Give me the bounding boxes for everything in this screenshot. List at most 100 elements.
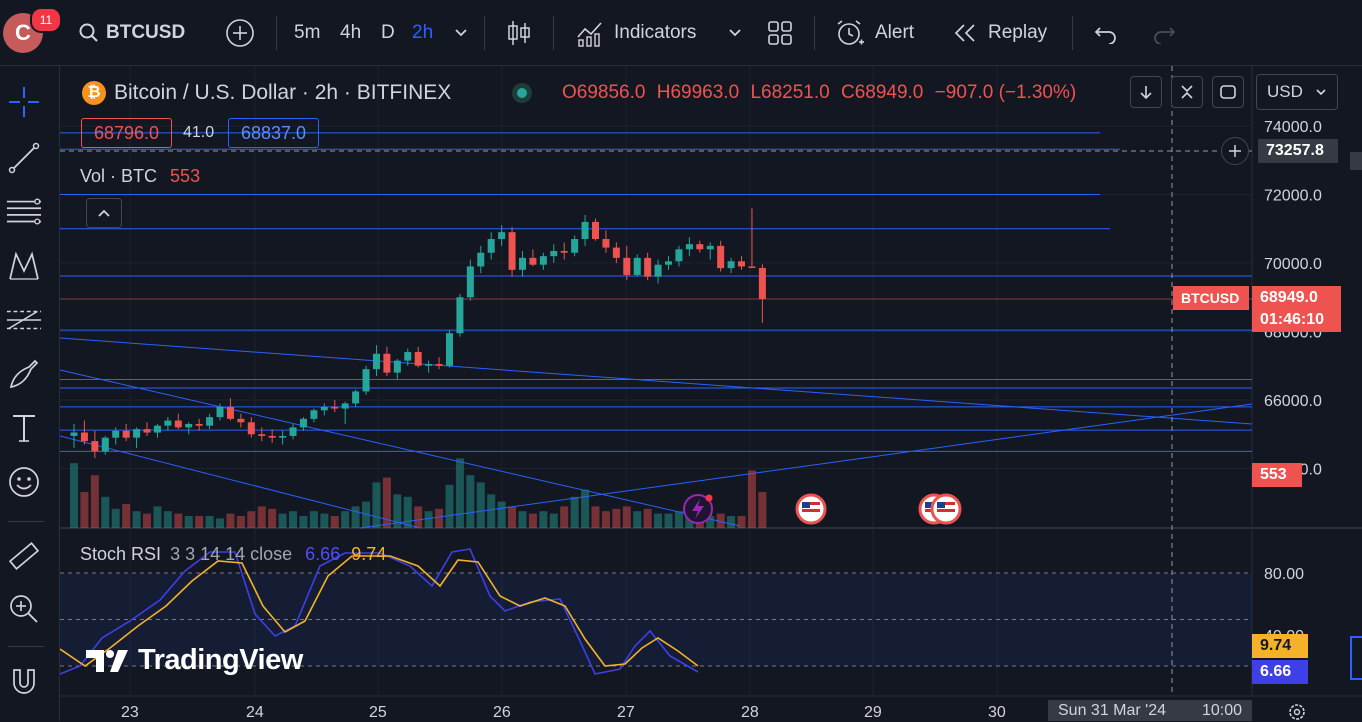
candle-body bbox=[70, 432, 78, 436]
right-panel-edge[interactable] bbox=[1350, 152, 1362, 170]
search-icon bbox=[79, 23, 98, 42]
candle-body bbox=[487, 239, 495, 253]
candle-body bbox=[529, 257, 537, 265]
right-panel-edge-lower[interactable] bbox=[1350, 636, 1362, 680]
chart-type-button[interactable] bbox=[506, 0, 532, 66]
interval-2h[interactable]: 2h bbox=[412, 0, 433, 66]
candle-body bbox=[633, 257, 641, 275]
time-axis-label: 25 bbox=[369, 704, 387, 721]
volume-bar bbox=[601, 511, 610, 528]
toolbar-divider bbox=[276, 16, 277, 50]
interval-2h-label: 2h bbox=[412, 22, 434, 43]
text-tool[interactable] bbox=[6, 410, 42, 446]
chevron-down-icon bbox=[729, 29, 741, 37]
layout-button[interactable] bbox=[766, 0, 794, 66]
indicators-dropdown[interactable] bbox=[728, 0, 742, 66]
fib-tool[interactable] bbox=[6, 194, 42, 230]
crosshair-icon bbox=[9, 87, 39, 117]
measure-tool[interactable] bbox=[6, 538, 42, 574]
candle-body bbox=[279, 435, 287, 438]
price-axis-label: 74000.0 bbox=[1264, 119, 1322, 136]
event-marker-flash bbox=[683, 494, 713, 524]
volume-bar bbox=[414, 506, 423, 528]
interval-d[interactable]: D bbox=[381, 0, 395, 66]
market-status-dot-inner bbox=[517, 88, 527, 98]
stoch-rsi-legend[interactable]: Stoch RSI 3 3 14 14 close 6.66 9.74 bbox=[80, 544, 386, 565]
chevron-down-icon bbox=[1316, 89, 1326, 96]
candle-body bbox=[310, 410, 318, 419]
chart-settings-button[interactable] bbox=[1284, 702, 1310, 722]
candle-body bbox=[550, 251, 558, 257]
collapse-legend-button[interactable] bbox=[86, 198, 122, 228]
candle-body bbox=[91, 441, 99, 452]
drawing-toolbar bbox=[0, 66, 60, 721]
volume-bar bbox=[205, 516, 214, 528]
tradingview-watermark[interactable]: TradingView bbox=[84, 644, 303, 677]
candle-body bbox=[477, 252, 485, 267]
brush-tool[interactable] bbox=[6, 356, 42, 392]
collapse-pane-button[interactable] bbox=[1171, 76, 1203, 108]
volume-bar bbox=[132, 511, 141, 528]
currency-select[interactable]: USD bbox=[1256, 74, 1338, 110]
maximize-icon bbox=[1220, 85, 1236, 99]
add-alert-plus-button[interactable] bbox=[1221, 137, 1249, 165]
toolbar-divider bbox=[553, 16, 554, 50]
buy-price-button[interactable]: 68837.0 bbox=[228, 118, 319, 148]
candle-body bbox=[738, 261, 746, 267]
candle-body bbox=[571, 239, 579, 253]
interval-5m-label: 5m bbox=[294, 22, 321, 43]
price-chart[interactable]: 74000.072000.070000.068000.066000.064000… bbox=[60, 66, 1362, 721]
collapse-icon bbox=[1181, 85, 1193, 99]
spread-value: 41.0 bbox=[183, 124, 215, 141]
volume-bar bbox=[727, 516, 736, 528]
candle-body bbox=[518, 257, 526, 270]
interval-5m[interactable]: 5m bbox=[294, 0, 320, 66]
smiley-icon bbox=[9, 467, 39, 497]
emoji-tool[interactable] bbox=[6, 464, 42, 500]
pattern-tool[interactable] bbox=[6, 248, 42, 284]
compare-symbol-button[interactable] bbox=[225, 0, 255, 66]
volume-bar bbox=[581, 489, 590, 528]
indicators-button[interactable]: Indicators bbox=[576, 0, 696, 66]
candle-body bbox=[717, 245, 725, 269]
magnet-tool[interactable] bbox=[6, 664, 42, 700]
trend-line-tool[interactable] bbox=[6, 140, 42, 176]
volume-bar bbox=[143, 513, 152, 528]
market-status-dot[interactable] bbox=[512, 83, 532, 103]
volume-bar bbox=[591, 506, 600, 528]
candle-body bbox=[80, 432, 88, 442]
volume-bar bbox=[643, 508, 652, 528]
symbol-title[interactable]: Bitcoin / U.S. Dollar · 2h · BITFINEX bbox=[114, 81, 451, 105]
undo-button[interactable] bbox=[1094, 0, 1118, 66]
economic-event-marker bbox=[795, 493, 827, 525]
plus-circle-icon bbox=[226, 19, 254, 47]
volume-legend[interactable]: Vol · BTC 553 bbox=[80, 166, 200, 187]
candle-body bbox=[456, 297, 464, 334]
candle-body bbox=[696, 244, 704, 250]
volume-bar bbox=[549, 513, 558, 528]
volume-bar bbox=[299, 516, 308, 528]
pattern-icon bbox=[9, 251, 39, 280]
sell-price-button[interactable]: 68796.0 bbox=[81, 118, 172, 148]
prediction-tool[interactable] bbox=[6, 302, 42, 338]
volume-label: Vol · BTC bbox=[80, 166, 158, 186]
candle-body bbox=[727, 261, 735, 269]
zoom-tool[interactable] bbox=[6, 591, 42, 627]
crosshair-tool[interactable] bbox=[6, 84, 42, 120]
symbol-search-button[interactable]: BTCUSD bbox=[78, 0, 185, 66]
last-price-tag: 68949.0 01:46:10 bbox=[1252, 286, 1341, 332]
scroll-down-button[interactable] bbox=[1130, 76, 1162, 108]
replay-button[interactable]: Replay bbox=[952, 0, 1047, 66]
alert-button[interactable]: Alert bbox=[835, 0, 914, 66]
interval-4h[interactable]: 4h bbox=[340, 0, 361, 66]
redo-button[interactable] bbox=[1152, 0, 1176, 66]
candles-icon bbox=[508, 21, 530, 45]
volume-bar bbox=[747, 470, 756, 528]
volume-bar bbox=[633, 511, 642, 528]
candle-body bbox=[299, 418, 307, 428]
interval-dropdown[interactable] bbox=[454, 0, 468, 66]
candle-body bbox=[133, 429, 141, 438]
volume-bar bbox=[674, 511, 683, 528]
maximize-pane-button[interactable] bbox=[1212, 76, 1244, 108]
chart-area[interactable]: 74000.072000.070000.068000.066000.064000… bbox=[60, 66, 1362, 721]
